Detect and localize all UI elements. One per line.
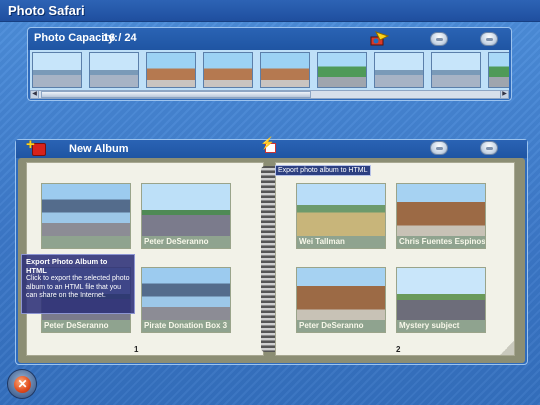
scroll-left-arrow[interactable]: ◀ — [30, 90, 39, 99]
close-icon: ✕ — [14, 376, 31, 393]
new-album-icon[interactable]: + — [26, 137, 50, 158]
photo-caption: Pirate Donation Box 3 — [142, 320, 230, 332]
photo-thumbnail[interactable] — [374, 52, 424, 88]
album-photo[interactable]: Mystery subject — [396, 267, 486, 333]
thumbnail-strip — [30, 50, 509, 90]
close-button[interactable]: ✕ — [7, 369, 37, 399]
camera-icon[interactable] — [368, 30, 390, 48]
album-next-button[interactable] — [480, 141, 498, 155]
photo-thumbnail[interactable] — [317, 52, 367, 88]
album-header: + New Album ⚡ — [16, 136, 527, 158]
photo-thumbnail[interactable] — [203, 52, 253, 88]
photo-caption: Mystery subject — [397, 320, 485, 332]
album-photo[interactable]: Peter DeSeranno — [296, 267, 386, 333]
photo-capacity-panel: Photo Capacity: 16 / 24 ◀ ▶ — [27, 27, 512, 101]
photo-thumbnail[interactable] — [146, 52, 196, 88]
title-bar: Photo Safari — [0, 0, 540, 22]
photo-caption: Peter DeSeranno — [142, 236, 230, 248]
app-title: Photo Safari — [8, 3, 85, 18]
page-curl[interactable] — [500, 341, 514, 355]
photo-thumbnail[interactable] — [89, 52, 139, 88]
album-panel: + New Album ⚡ Peter DeSeranno Peter DeSe… — [15, 136, 528, 365]
album-photo[interactable]: Chris Fuentes Espinosa — [396, 183, 486, 249]
album-photo[interactable]: Wei Tallman — [296, 183, 386, 249]
photo-caption — [42, 236, 130, 248]
page-number-right: 2 — [396, 345, 401, 354]
photo-thumbnail[interactable] — [32, 52, 82, 88]
photo-caption: Peter DeSeranno — [297, 320, 385, 332]
album-prev-button[interactable] — [430, 141, 448, 155]
capacity-header: Photo Capacity: 16 / 24 — [28, 28, 511, 50]
album-photo[interactable]: Pirate Donation Box 3 — [141, 267, 231, 333]
export-tooltip-body: Click to export the selected photo album… — [26, 275, 130, 299]
scroll-right-arrow[interactable]: ▶ — [500, 90, 509, 99]
export-tooltip-title: Export Photo Album to HTML — [26, 257, 108, 275]
scroll-thumb[interactable] — [41, 91, 311, 98]
photo-caption: Wei Tallman — [297, 236, 385, 248]
photo-thumbnail[interactable] — [431, 52, 481, 88]
export-icon[interactable]: ⚡ — [260, 136, 278, 156]
photo-thumbnail[interactable] — [488, 52, 509, 88]
export-tooltip: Export Photo Album to HTML Click to expo… — [21, 254, 135, 314]
page-number-left: 1 — [134, 345, 139, 354]
capacity-scroll-up-button[interactable] — [430, 32, 448, 46]
album-page-right: Wei Tallman Chris Fuentes Espinosa Peter… — [275, 162, 515, 356]
album-title: New Album — [69, 143, 129, 155]
export-tooltip-small: Export photo album to HTML — [275, 165, 371, 176]
photo-caption: Chris Fuentes Espinosa — [397, 236, 485, 248]
capacity-count: 16 / 24 — [103, 32, 137, 44]
album-photo[interactable]: Peter DeSeranno — [141, 183, 231, 249]
photo-caption: Peter DeSeranno — [42, 320, 130, 332]
photo-thumbnail[interactable] — [260, 52, 310, 88]
thumbnail-scrollbar[interactable]: ◀ ▶ — [30, 90, 509, 99]
capacity-scroll-down-button[interactable] — [480, 32, 498, 46]
album-photo[interactable] — [41, 183, 131, 249]
